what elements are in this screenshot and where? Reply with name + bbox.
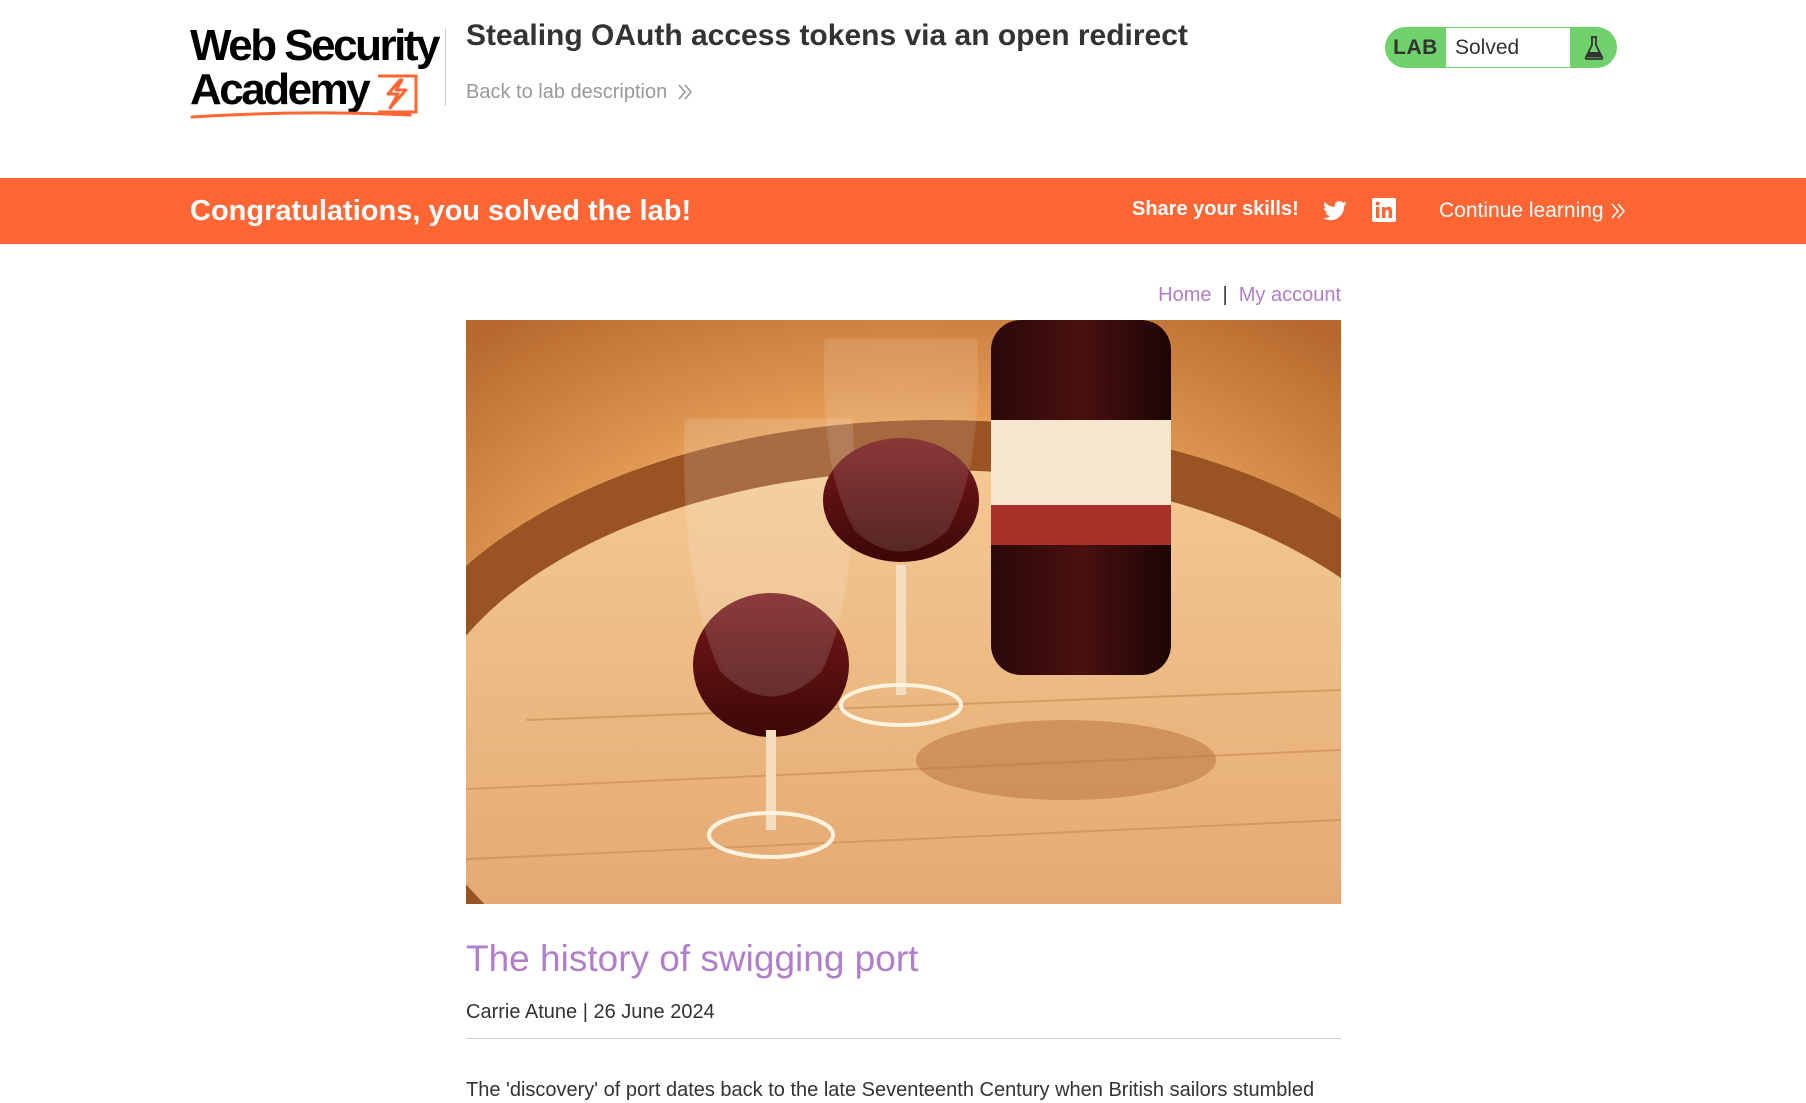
- continue-learning-label: Continue learning: [1439, 199, 1604, 222]
- lab-solved-banner: Congratulations, you solved the lab! Sha…: [0, 178, 1806, 244]
- logo-underline-icon: [190, 111, 412, 119]
- double-chevron-right-icon: [678, 84, 693, 100]
- share-your-skills-label: Share your skills!: [1132, 198, 1299, 220]
- blog-post-image: [466, 320, 1341, 904]
- twitter-share-button[interactable]: [1323, 200, 1347, 222]
- lab-status-widget: LAB Solved: [1385, 27, 1617, 68]
- lab-status-text: Solved: [1446, 28, 1570, 67]
- post-title: The history of swigging port: [466, 938, 919, 979]
- home-link[interactable]: Home: [1158, 284, 1211, 306]
- logo-text-line1: Web Security: [190, 21, 440, 70]
- port-wine-photo: [466, 320, 1341, 904]
- lab-title: Stealing OAuth access tokens via an open…: [466, 19, 1188, 52]
- double-chevron-right-icon: [1611, 203, 1625, 219]
- congratulations-message: Congratulations, you solved the lab!: [190, 195, 692, 227]
- twitter-icon: [1323, 201, 1347, 221]
- top-links: Home | My account: [1158, 283, 1341, 307]
- my-account-link[interactable]: My account: [1239, 284, 1341, 306]
- back-link-label: Back to lab description: [466, 81, 668, 103]
- flask-icon: [1570, 27, 1617, 68]
- nav-separator: |: [1222, 284, 1228, 306]
- web-security-academy-logo[interactable]: Web Security Academy: [190, 21, 442, 119]
- post-divider: [466, 1038, 1341, 1039]
- linkedin-share-button[interactable]: [1372, 198, 1396, 222]
- lab-tag: LAB: [1393, 35, 1438, 59]
- continue-learning-link[interactable]: Continue learning: [1439, 199, 1626, 223]
- header-divider: [445, 28, 446, 106]
- back-to-lab-description-link[interactable]: Back to lab description: [466, 80, 693, 104]
- post-body-text: The 'discovery' of port dates back to th…: [466, 1079, 1315, 1101]
- academy-header: Web Security Academy Stealing OAuth acce…: [0, 0, 1806, 178]
- post-author-date: Carrie Atune | 26 June 2024: [466, 1001, 715, 1023]
- linkedin-icon: [1372, 198, 1396, 222]
